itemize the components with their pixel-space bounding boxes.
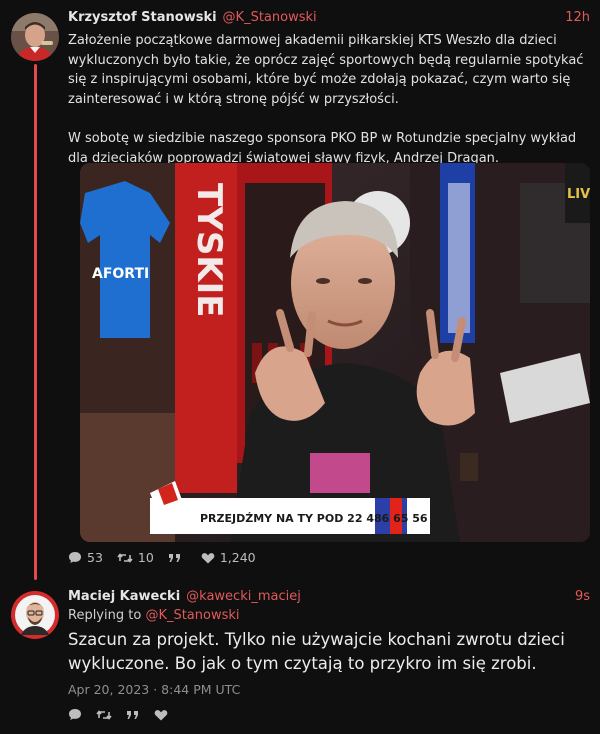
video-still: AFORTI TYSKIE LIV PRZEJDŹMY NA TY POD 22… [80,163,590,542]
jersey-text: AFORTI [92,266,149,282]
retweet-icon [117,552,133,563]
avatar[interactable] [11,591,59,639]
reply-icon[interactable] [68,708,82,721]
tweet-header: Maciej Kawecki @kawecki_maciej 9s [68,589,590,604]
banner-text: PRZEJDŹMY NA TY POD 22 486 65 56 [200,512,428,525]
tweet-media-image[interactable]: AFORTI TYSKIE LIV PRZEJDŹMY NA TY POD 22… [80,163,590,542]
author-name[interactable]: Krzysztof Stanowski [68,10,217,25]
replying-handle[interactable]: @K_Stanowski [145,608,239,623]
tweet-time[interactable]: 12h [565,10,590,25]
tweet-header: Krzysztof Stanowski @K_Stanowski 12h [68,10,590,25]
sign-text: TYSKIE [189,183,229,318]
quote-stat[interactable] [168,552,187,564]
tweet-actions [68,708,168,721]
like-count: 1,240 [219,550,256,565]
author-name[interactable]: Maciej Kawecki [68,589,180,604]
retweet-icon[interactable] [96,709,112,721]
thread-line [34,64,37,580]
reply-icon [69,552,81,563]
like-icon[interactable] [154,709,168,721]
replying-to: Replying to @K_Stanowski [68,608,240,623]
avatar-maciej-image [11,591,59,639]
tweet-time[interactable]: 9s [575,589,590,604]
tweet-stats: 53 10 1,240 [68,550,256,565]
like-stat[interactable]: 1,240 [201,550,256,565]
retweet-count: 10 [137,550,154,565]
reply-text: Szacun za projekt. Tylko nie używajcie k… [68,630,565,673]
replying-label: Replying to [68,608,142,623]
like-icon [201,552,215,563]
avatar[interactable] [11,13,59,61]
reply-stat[interactable]: 53 [68,550,103,565]
quote-icon[interactable] [126,709,140,721]
avatar-krzysztof-image [11,13,59,61]
tweet-paragraph: Założenie początkowe darmowej akademii p… [68,33,584,107]
retweet-stat[interactable]: 10 [117,550,154,565]
reply-count: 53 [87,550,103,565]
quote-icon [168,553,180,562]
author-handle[interactable]: @K_Stanowski [223,10,317,25]
author-handle[interactable]: @kawecki_maciej [186,589,301,604]
tweet-date[interactable]: Apr 20, 2023 · 8:44 PM UTC [68,682,240,697]
corner-text: LIV [567,187,590,202]
